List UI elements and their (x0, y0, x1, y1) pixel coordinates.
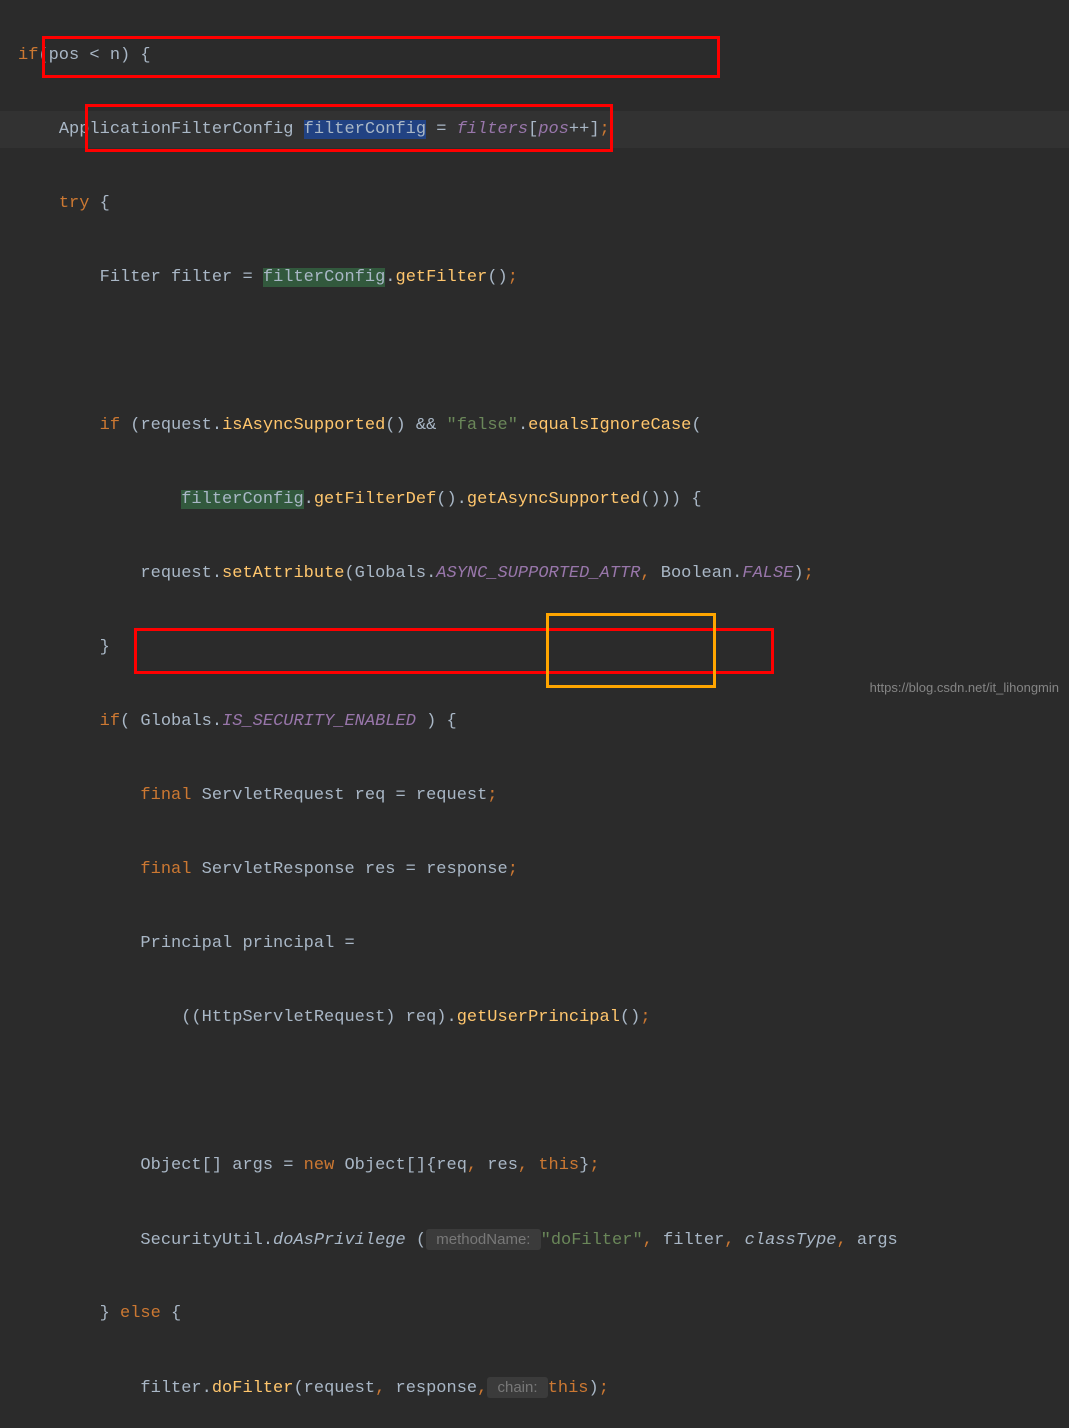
code-line: } (0, 629, 1069, 666)
code-line: ((HttpServletRequest) req).getUserPrinci… (0, 999, 1069, 1036)
code-line: SecurityUtil.doAsPrivilege ( methodName:… (0, 1221, 1069, 1258)
code-line: Object[] args = new Object[]{req, res, t… (0, 1147, 1069, 1184)
code-line: if( Globals.IS_SECURITY_ENABLED ) { (0, 703, 1069, 740)
watermark: https://blog.csdn.net/it_lihongmin (870, 669, 1059, 706)
code-line (0, 333, 1069, 370)
code-line: ApplicationFilterConfig filterConfig = f… (0, 111, 1069, 148)
code-line: filter.doFilter(request, response, chain… (0, 1369, 1069, 1406)
code-line (0, 1073, 1069, 1110)
code-line: } else { (0, 1295, 1069, 1332)
code-editor[interactable]: if(pos < n) { ApplicationFilterConfig fi… (0, 0, 1069, 1428)
code-line: if(pos < n) { (0, 37, 1069, 74)
code-line: final ServletResponse res = response; (0, 851, 1069, 888)
code-line: final ServletRequest req = request; (0, 777, 1069, 814)
code-line: try { (0, 185, 1069, 222)
code-line: if (request.isAsyncSupported() && "false… (0, 407, 1069, 444)
code-line: Principal principal = (0, 925, 1069, 962)
code-line: Filter filter = filterConfig.getFilter()… (0, 259, 1069, 296)
code-line: request.setAttribute(Globals.ASYNC_SUPPO… (0, 555, 1069, 592)
code-line: filterConfig.getFilterDef().getAsyncSupp… (0, 481, 1069, 518)
